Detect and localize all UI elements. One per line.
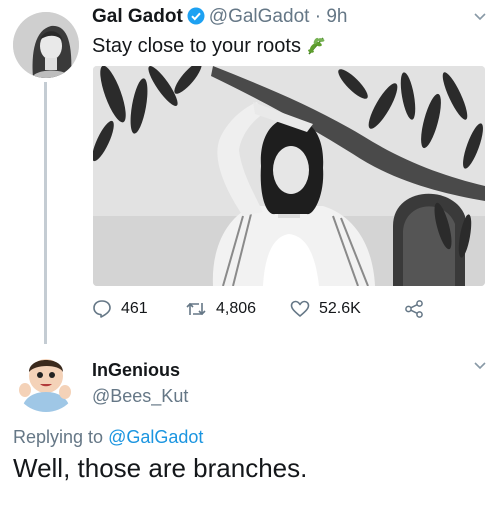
tweet-header: Gal Gadot @GalGadot · 9h [92,6,347,28]
tweet-body: Stay close to your roots [92,35,301,57]
replying-to-line: Replying to @GalGadot [13,427,203,448]
tweet-text: Stay close to your roots [92,34,327,58]
chevron-down-icon[interactable] [472,8,488,24]
tweet-actions: 461 4,806 52.6K [92,296,482,322]
share-button[interactable] [404,296,433,322]
reply-text: Well, those are branches. [13,453,308,483]
share-icon [405,300,423,318]
photo-image [93,66,485,286]
separator-dot: · [314,6,322,27]
author-avatar-image [13,12,79,78]
author-handle[interactable]: @GalGadot [209,6,310,27]
avatar[interactable] [13,12,79,78]
thread-connector-line [44,82,47,344]
avatar[interactable] [13,346,79,412]
chevron-down-icon[interactable] [472,357,488,373]
like-button[interactable]: 52.6K [290,296,361,322]
reply-icon [93,300,111,318]
reply-button[interactable]: 461 [92,296,148,322]
retweet-icon [186,302,206,316]
reply-author-name[interactable]: InGenious [92,360,180,381]
retweet-count: 4,806 [216,300,257,317]
herb-emoji-icon [308,37,325,55]
tweet-photo[interactable] [93,66,485,286]
reply-author-avatar-image [13,346,79,412]
replying-to-label: Replying to [13,427,104,447]
reply-author-handle[interactable]: @Bees_Kut [92,386,188,407]
tweet-time[interactable]: 9h [326,6,347,27]
replying-to-link[interactable]: @GalGadot [108,427,203,447]
like-count: 52.6K [319,300,361,317]
verified-badge-icon [187,7,205,25]
retweet-button[interactable]: 4,806 [185,296,256,322]
author-name[interactable]: Gal Gadot [92,6,183,27]
reply-count: 461 [121,300,148,317]
heart-icon [290,300,310,317]
